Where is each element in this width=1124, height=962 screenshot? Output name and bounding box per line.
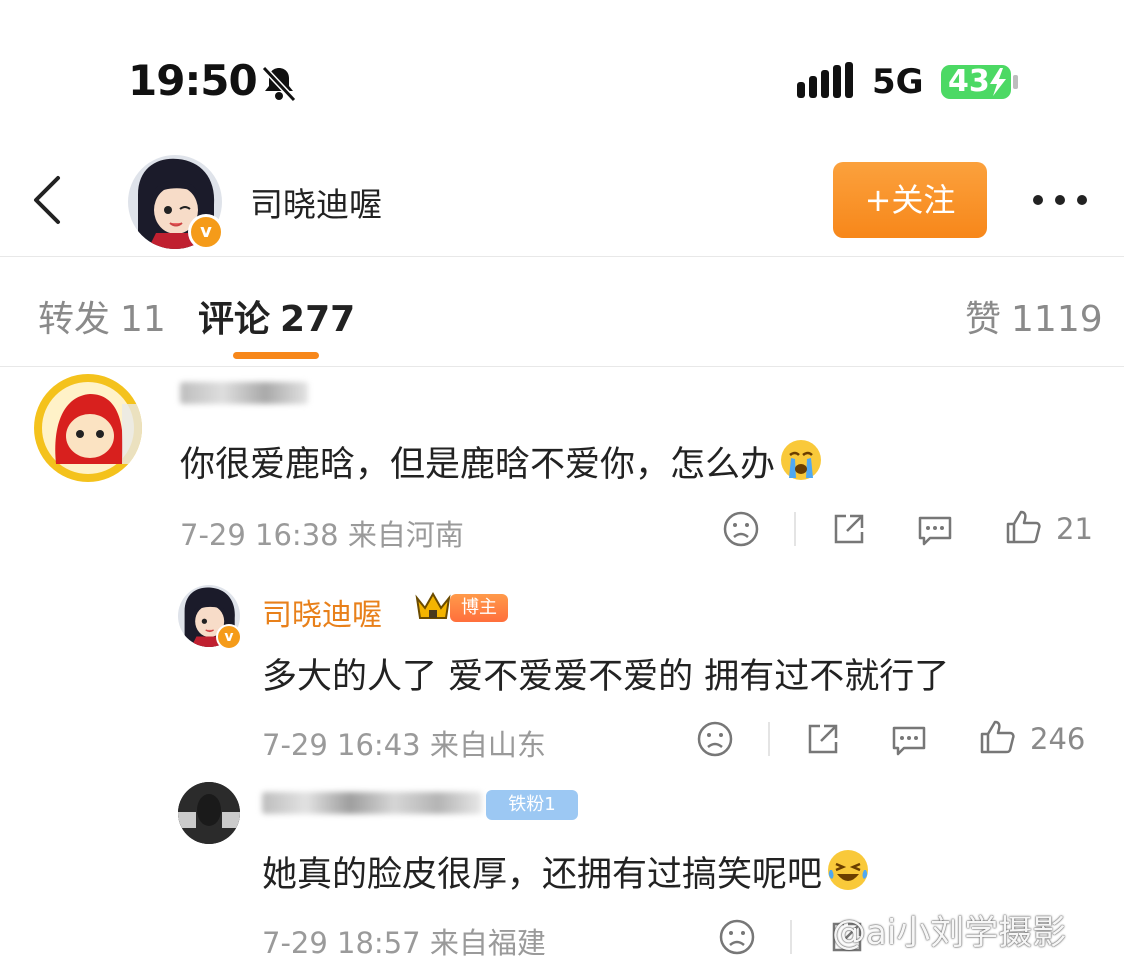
like-count: 21 — [1056, 512, 1093, 546]
tab-repost-count: 11 — [120, 299, 166, 340]
commenter-name-blurred — [180, 382, 308, 404]
tab-comments-label: 评论 — [198, 299, 271, 340]
verified-badge-icon: v — [216, 624, 242, 650]
comment-text: 你很爱鹿晗，但是鹿晗不爱你，怎么办 — [180, 436, 823, 487]
reply-icon[interactable] — [916, 510, 954, 548]
commenter-avatar[interactable] — [34, 374, 142, 482]
status-time: 19:50 — [128, 56, 258, 105]
more-icon[interactable] — [1030, 180, 1090, 220]
avatar-image — [178, 782, 240, 844]
tab-comments[interactable]: 评论 277 — [198, 290, 355, 342]
back-icon[interactable] — [28, 172, 68, 228]
reply-name-blurred — [262, 792, 482, 814]
reply-text: 她真的脸皮很厚，还拥有过搞笑呢吧 — [262, 846, 870, 897]
reply-author-name[interactable]: 司晓迪喔 — [262, 590, 382, 634]
crown-icon — [415, 591, 451, 619]
tab-likes[interactable]: 赞 1119 — [965, 290, 1103, 342]
comment-text-content: 你很爱鹿晗，但是鹿晗不爱你，怎么办 — [180, 445, 776, 485]
tab-comments-count: 277 — [280, 299, 356, 340]
header-divider — [0, 256, 1124, 257]
dislike-face-icon[interactable] — [722, 510, 760, 548]
fan-tag: 铁粉1 — [486, 790, 578, 820]
author-name[interactable]: 司晓迪喔 — [250, 178, 382, 226]
tab-repost-label: 转发 — [38, 299, 111, 340]
like-icon[interactable] — [978, 718, 1016, 756]
tab-likes-label: 赞 — [965, 299, 1002, 340]
like-count: 246 — [1030, 722, 1086, 756]
battery-level: 43 — [948, 64, 990, 99]
avatar-image — [34, 374, 142, 482]
tab-likes-count: 1119 — [1011, 299, 1103, 340]
like-icon[interactable] — [1004, 508, 1042, 546]
action-separator — [794, 512, 796, 546]
tabs-divider — [0, 366, 1124, 367]
mute-bell-icon — [261, 65, 297, 103]
tab-repost[interactable]: 转发 11 — [38, 290, 166, 342]
crying-face-icon — [781, 440, 822, 480]
reply-text-content: 她真的脸皮很厚，还拥有过搞笑呢吧 — [262, 855, 823, 895]
watermark: @ai小刘学摄影 — [832, 913, 1067, 953]
comment-meta: 7-29 16:38 来自河南 — [180, 518, 464, 552]
follow-button[interactable]: +关注 — [833, 162, 987, 238]
share-icon[interactable] — [830, 510, 868, 548]
dislike-face-icon[interactable] — [718, 918, 756, 956]
share-icon[interactable] — [804, 720, 842, 758]
reply-avatar[interactable] — [178, 782, 240, 844]
author-tag: 博主 — [450, 594, 508, 622]
reply-meta: 7-29 16:43 来自山东 — [262, 728, 546, 762]
network-label: 5G — [872, 62, 924, 102]
verified-badge-icon: v — [188, 214, 224, 250]
reply-text: 多大的人了 爱不爱爱不爱的 拥有过不就行了 — [262, 657, 950, 697]
active-tab-indicator — [233, 352, 319, 359]
laughing-crying-face-icon — [828, 850, 869, 890]
reply-meta: 7-29 18:57 来自福建 — [262, 926, 546, 960]
reply-icon[interactable] — [890, 720, 928, 758]
action-separator — [790, 920, 792, 954]
action-separator — [768, 722, 770, 756]
dislike-face-icon[interactable] — [696, 720, 734, 758]
signal-icon — [797, 62, 853, 98]
